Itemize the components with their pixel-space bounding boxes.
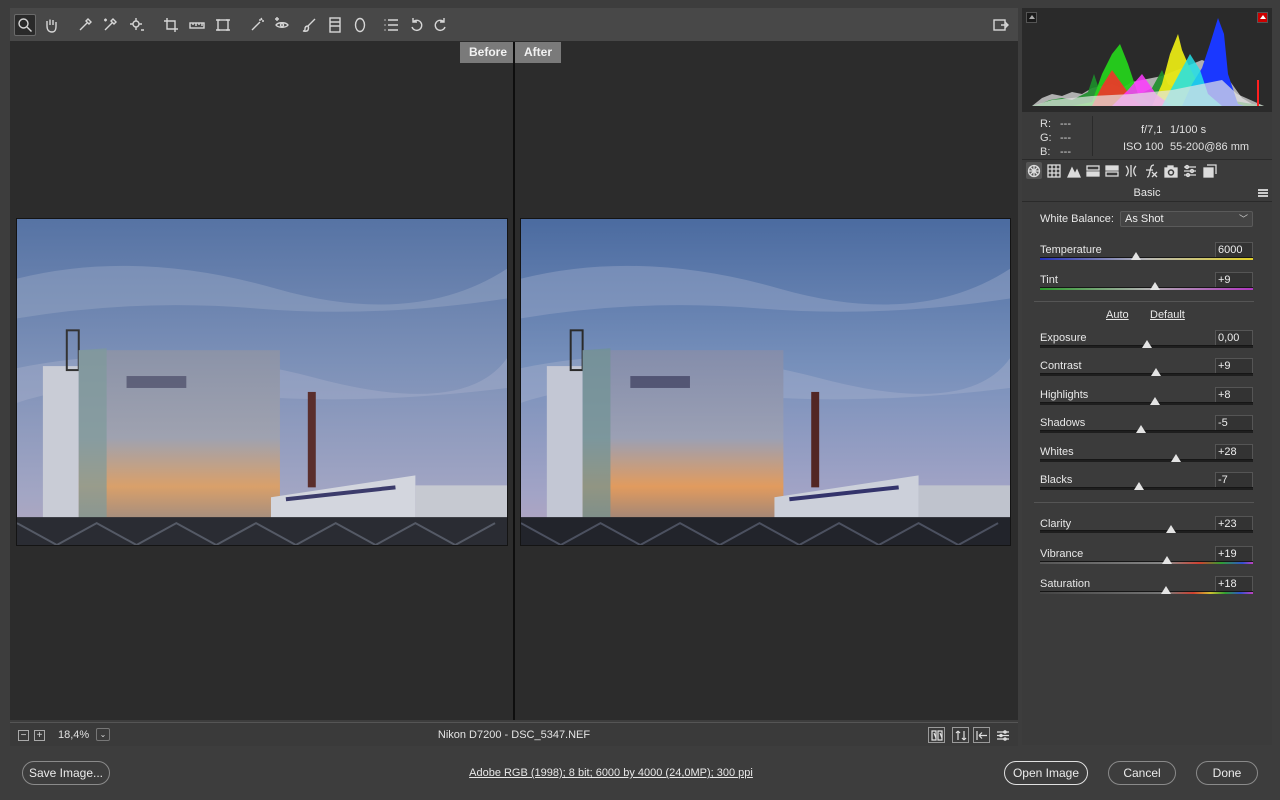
exposure-slider-thumb[interactable] bbox=[1141, 340, 1152, 348]
after-label[interactable]: After bbox=[515, 42, 562, 63]
highlights-slider-thumb[interactable] bbox=[1150, 397, 1161, 405]
adjustment-brush-icon[interactable] bbox=[298, 14, 320, 36]
contrast-slider-track[interactable] bbox=[1040, 373, 1253, 376]
vibrance-slider-track[interactable] bbox=[1040, 561, 1253, 564]
highlights-label: Highlights bbox=[1040, 389, 1089, 401]
before-photo bbox=[16, 218, 508, 546]
panel-title: Basic bbox=[1022, 184, 1272, 202]
open-image-button[interactable]: Open Image bbox=[1004, 761, 1088, 785]
section-divider bbox=[1034, 301, 1254, 302]
copy-settings-icon[interactable] bbox=[973, 727, 990, 743]
green-readout: G: --- bbox=[1040, 132, 1071, 144]
white-balance-select[interactable]: As Shot ﹀ bbox=[1120, 211, 1253, 227]
section-divider bbox=[1034, 502, 1254, 503]
panel-tabs bbox=[1022, 160, 1272, 182]
rotate-left-icon[interactable] bbox=[406, 14, 428, 36]
lens-corrections-tab-icon[interactable] bbox=[1123, 162, 1139, 179]
red-eye-icon[interactable] bbox=[271, 14, 293, 36]
lens-focal-length: 55-200@86 mm bbox=[1170, 141, 1250, 153]
white-balance-icon[interactable] bbox=[74, 14, 96, 36]
temperature-slider-track[interactable] bbox=[1040, 257, 1253, 260]
chevron-down-icon: ﹀ bbox=[1238, 214, 1248, 224]
saturation-slider-track[interactable] bbox=[1040, 591, 1253, 594]
clarity-label: Clarity bbox=[1040, 518, 1072, 530]
rotate-right-icon[interactable] bbox=[429, 14, 451, 36]
hand-icon[interactable] bbox=[40, 14, 62, 36]
straighten-icon[interactable] bbox=[186, 14, 208, 36]
histogram bbox=[1022, 8, 1272, 112]
exposure-label: Exposure bbox=[1040, 332, 1087, 344]
contrast-label: Contrast bbox=[1040, 360, 1082, 372]
preview-preferences-icon[interactable] bbox=[994, 727, 1011, 743]
red-readout: R: --- bbox=[1040, 118, 1071, 130]
shadows-slider-track[interactable] bbox=[1040, 430, 1253, 433]
tint-slider-track[interactable] bbox=[1040, 287, 1253, 290]
panel-menu-icon[interactable] bbox=[1258, 189, 1268, 197]
snapshots-tab-icon[interactable] bbox=[1202, 162, 1218, 179]
hsl-tab-icon[interactable] bbox=[1085, 162, 1101, 179]
readout-divider bbox=[1092, 116, 1093, 156]
clarity-slider-track[interactable] bbox=[1040, 530, 1253, 533]
color-sampler-icon[interactable] bbox=[99, 14, 121, 36]
tint-label: Tint bbox=[1040, 274, 1058, 286]
white-balance-label: White Balance: bbox=[1040, 213, 1114, 225]
split-toning-tab-icon[interactable] bbox=[1104, 162, 1120, 179]
tint-slider-thumb[interactable] bbox=[1150, 282, 1161, 290]
transform-icon[interactable] bbox=[212, 14, 234, 36]
highlights-slider-track[interactable] bbox=[1040, 402, 1253, 405]
file-info: Nikon D7200 - DSC_5347.NEF bbox=[437, 729, 591, 741]
whites-label: Whites bbox=[1040, 446, 1074, 458]
fullscreen-icon[interactable] bbox=[990, 14, 1012, 36]
tone-curve-tab-icon[interactable] bbox=[1046, 162, 1062, 179]
after-photo bbox=[520, 218, 1011, 546]
before-after-divider bbox=[513, 42, 515, 720]
whites-slider-thumb[interactable] bbox=[1171, 454, 1182, 462]
saturation-slider-thumb[interactable] bbox=[1160, 586, 1171, 594]
temperature-slider-thumb[interactable] bbox=[1130, 252, 1141, 260]
done-button[interactable]: Done bbox=[1196, 761, 1258, 785]
before-label[interactable]: Before bbox=[460, 42, 517, 63]
vibrance-slider-thumb[interactable] bbox=[1161, 556, 1172, 564]
default-button[interactable]: Default bbox=[1150, 309, 1185, 321]
swap-settings-icon[interactable] bbox=[952, 727, 969, 743]
spot-removal-icon[interactable] bbox=[246, 14, 268, 36]
iso: ISO 100 bbox=[1123, 141, 1164, 153]
auto-button[interactable]: Auto bbox=[1106, 309, 1129, 321]
blue-readout: B: --- bbox=[1040, 146, 1071, 158]
temperature-label: Temperature bbox=[1040, 244, 1102, 256]
vibrance-label: Vibrance bbox=[1040, 548, 1084, 560]
blacks-slider-thumb[interactable] bbox=[1134, 482, 1145, 490]
cancel-button[interactable]: Cancel bbox=[1108, 761, 1176, 785]
camera-calibration-tab-icon[interactable] bbox=[1163, 162, 1179, 179]
blacks-label: Blacks bbox=[1040, 474, 1073, 486]
contrast-slider-thumb[interactable] bbox=[1151, 368, 1162, 376]
clarity-slider-thumb[interactable] bbox=[1165, 525, 1176, 533]
whites-slider-track[interactable] bbox=[1040, 459, 1253, 462]
graduated-filter-icon[interactable] bbox=[324, 14, 346, 36]
crop-icon[interactable] bbox=[160, 14, 182, 36]
status-bar: − + 18,4% ⌄ Nikon D7200 - DSC_5347.NEF bbox=[10, 722, 1018, 746]
adjustments-panel: R: --- G: --- B: --- f/7,1 1/100 s ISO 100 … bbox=[1022, 8, 1272, 745]
pixel-readout: R: --- G: --- B: --- f/7,1 1/100 s ISO 100 … bbox=[1022, 112, 1272, 160]
zoom-icon[interactable] bbox=[14, 14, 36, 36]
image-preview-area[interactable]: Before After bbox=[10, 42, 1018, 720]
shadows-slider-thumb[interactable] bbox=[1136, 425, 1147, 433]
histogram-graph bbox=[1032, 18, 1264, 106]
preferences-icon[interactable] bbox=[380, 14, 402, 36]
effects-tab-icon[interactable] bbox=[1143, 162, 1159, 179]
shadows-label: Shadows bbox=[1040, 417, 1086, 429]
basic-tab-icon[interactable] bbox=[1026, 162, 1042, 179]
shutter-speed: 1/100 s bbox=[1170, 124, 1207, 136]
blacks-slider-track[interactable] bbox=[1040, 487, 1253, 490]
radial-filter-icon[interactable] bbox=[349, 14, 371, 36]
white-balance-value: As Shot bbox=[1125, 213, 1164, 225]
saturation-label: Saturation bbox=[1040, 578, 1091, 590]
aperture: f/7,1 bbox=[1141, 124, 1163, 136]
tool-bar bbox=[10, 8, 1018, 42]
before-after-view-icon[interactable] bbox=[928, 727, 945, 743]
detail-tab-icon[interactable] bbox=[1066, 162, 1082, 179]
targeted-adjust-icon[interactable] bbox=[126, 14, 148, 36]
presets-tab-icon[interactable] bbox=[1182, 162, 1198, 179]
